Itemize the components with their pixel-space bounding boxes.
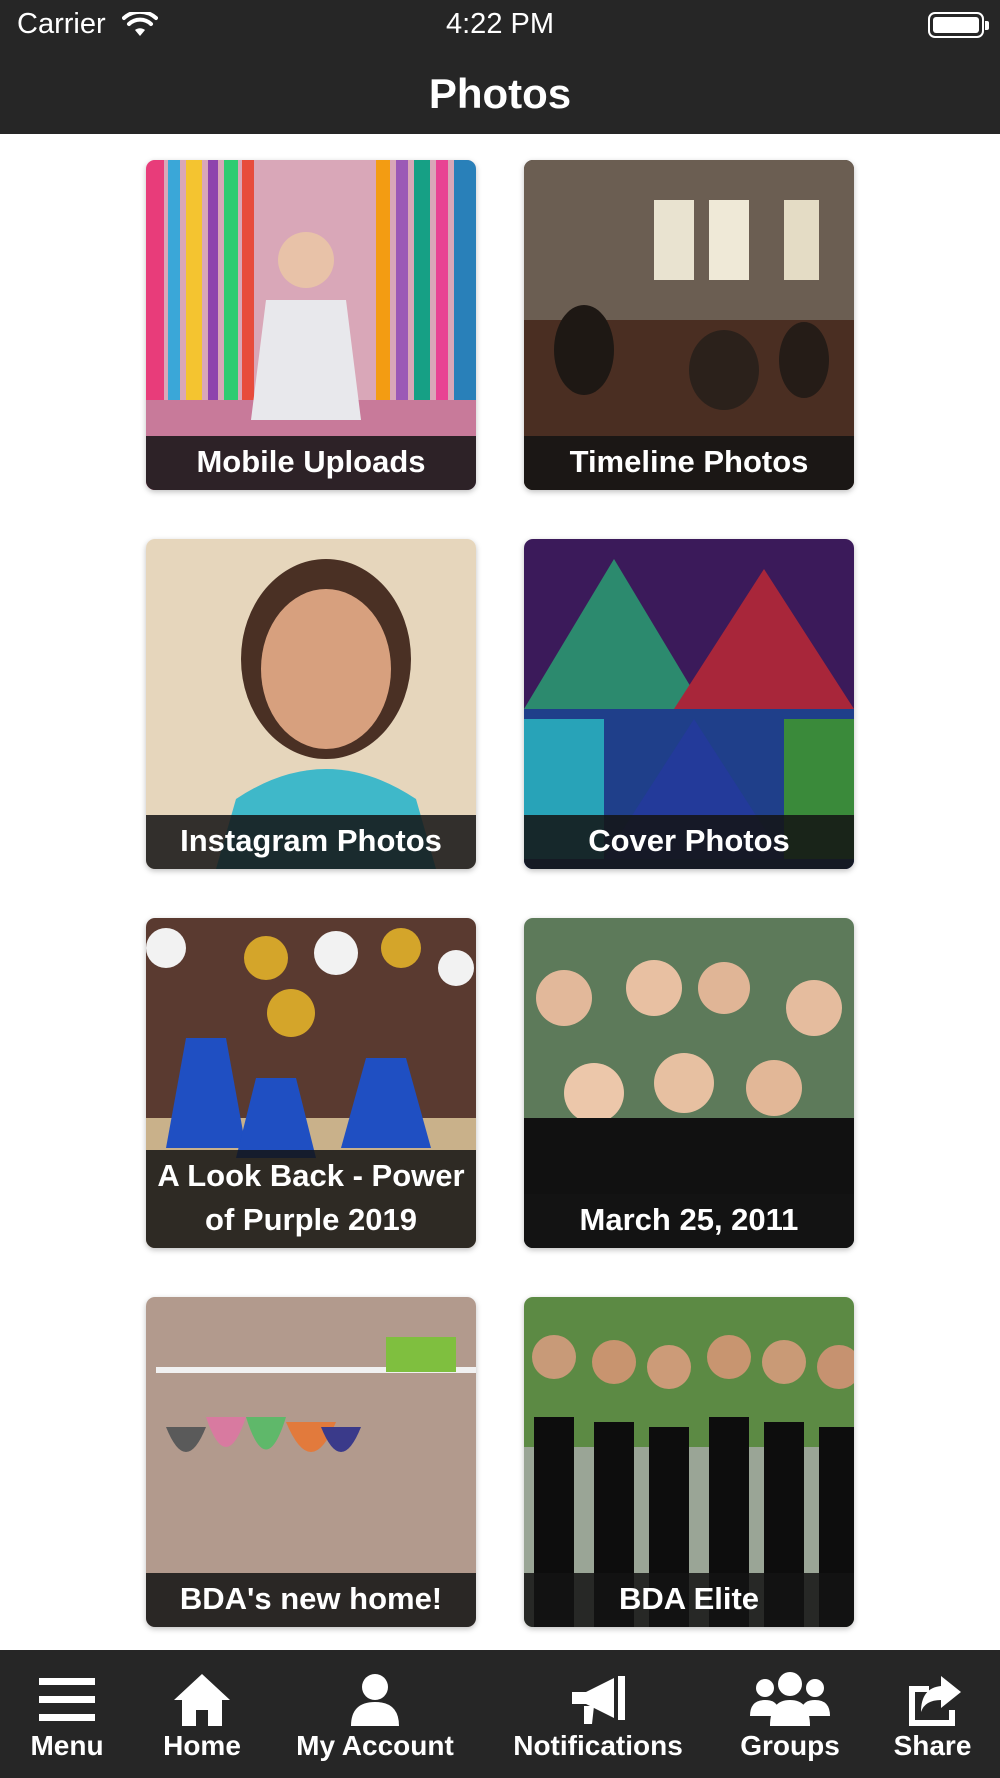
tab-notifications[interactable]: Notifications [506,1650,690,1778]
tab-label: Menu [30,1730,104,1761]
album-label: Mobile Uploads [146,436,476,490]
top-bar: Carrier 4:22 PM Photos [0,0,1000,134]
tab-my-account[interactable]: My Account [290,1650,460,1778]
tab-label: Notifications [513,1730,683,1761]
album-label: BDA's new home! [146,1573,476,1627]
megaphone-icon [572,1676,625,1724]
album-label: Instagram Photos [146,815,476,869]
home-icon [174,1674,230,1726]
album-timeline-photos[interactable]: Timeline Photos [524,160,854,490]
tab-label: My Account [296,1730,454,1761]
album-march-25-2011[interactable]: March 25, 2011 [524,918,854,1248]
page-title: Photos [428,70,572,117]
groups-icon [750,1672,830,1726]
album-label: Cover Photos [524,815,854,869]
tab-label: Share [893,1730,972,1761]
battery-icon [928,12,989,38]
album-instagram-photos[interactable]: Instagram Photos [146,539,476,869]
status-bar: Carrier 4:22 PM [0,0,1000,50]
album-label: BDA Elite [524,1573,854,1627]
album-a-look-back[interactable]: A Look Back - Power of Purple 2019 [146,918,476,1248]
album-label: Timeline Photos [524,436,854,490]
tab-label: Home [163,1730,241,1761]
tab-menu[interactable]: Menu [12,1650,122,1778]
user-icon [351,1674,399,1726]
tab-groups[interactable]: Groups [730,1650,850,1778]
album-label: March 25, 2011 [524,1194,854,1248]
status-time: 4:22 PM [446,8,554,40]
album-mobile-uploads[interactable]: Mobile Uploads [146,160,476,490]
album-bdas-new-home[interactable]: BDA's new home! [146,1297,476,1627]
tab-share[interactable]: Share [880,1650,985,1778]
album-cover-photos[interactable]: Cover Photos [524,539,854,869]
menu-icon [39,1678,95,1721]
album-label: A Look Back - Power of Purple 2019 [146,1150,476,1248]
tab-home[interactable]: Home [142,1650,262,1778]
tab-bar: Menu Home My Account Notifications Group… [0,1650,1000,1778]
share-icon [908,1676,961,1726]
tab-label: Groups [740,1730,840,1761]
album-bda-elite[interactable]: BDA Elite [524,1297,854,1627]
